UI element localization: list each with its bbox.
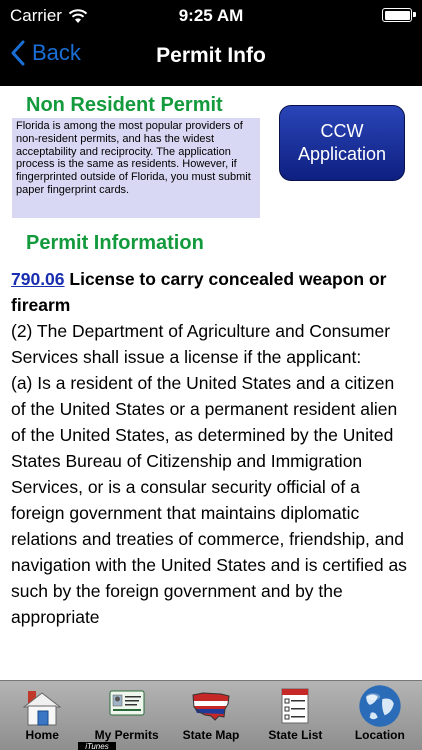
statute-text: 790.06 License to carry concealed weapon… [11,266,413,630]
tab-state-list-label: State List [268,728,323,742]
us-map-icon [192,692,230,721]
ccw-application-button[interactable]: CCW Application [279,105,405,181]
tab-my-permits-label: My Permits [94,728,159,742]
itunes-badge: iTunes [78,742,116,750]
tab-state-map-label: State Map [182,728,240,742]
statute-title: License to carry concealed weapon or fir… [11,269,387,315]
ccw-button-line2: Application [297,144,387,164]
page-title: Permit Info [156,44,266,67]
permit-content[interactable]: Non Resident Permit Florida is among the… [0,86,422,680]
tab-state-list[interactable]: State List [253,681,337,750]
permit-summary: Florida is among the most popular provid… [12,118,260,218]
permits-icon [109,690,145,716]
statute-paragraph-2: (a) Is a resident of the United States a… [11,373,407,627]
statute-paragraph-1: (2) The Department of Agriculture and Co… [11,321,391,367]
status-time: 9:25 AM [178,6,244,25]
navigation-bar: Back Permit Info [0,30,422,86]
tab-bar: Home My Permits State Map State List Loc… [0,680,422,750]
tab-home-label: Home [25,728,59,742]
statute-heading: 790.06 License to carry concealed weapon… [11,266,413,318]
permit-type-heading: Non Resident Permit [26,94,223,116]
battery-icon [382,8,416,22]
tab-home[interactable]: Home [0,681,84,750]
tab-state-map[interactable]: State Map [169,681,253,750]
ccw-button-line1: CCW [320,121,364,141]
state-list-icon [281,688,309,724]
statute-link[interactable]: 790.06 [11,269,65,289]
tab-my-permits[interactable]: My Permits [84,681,168,750]
permit-information-heading: Permit Information [26,232,204,254]
tab-location[interactable]: Location [338,681,422,750]
tab-location-label: Location [354,728,405,742]
globe-icon [359,685,401,727]
home-icon [22,691,62,726]
